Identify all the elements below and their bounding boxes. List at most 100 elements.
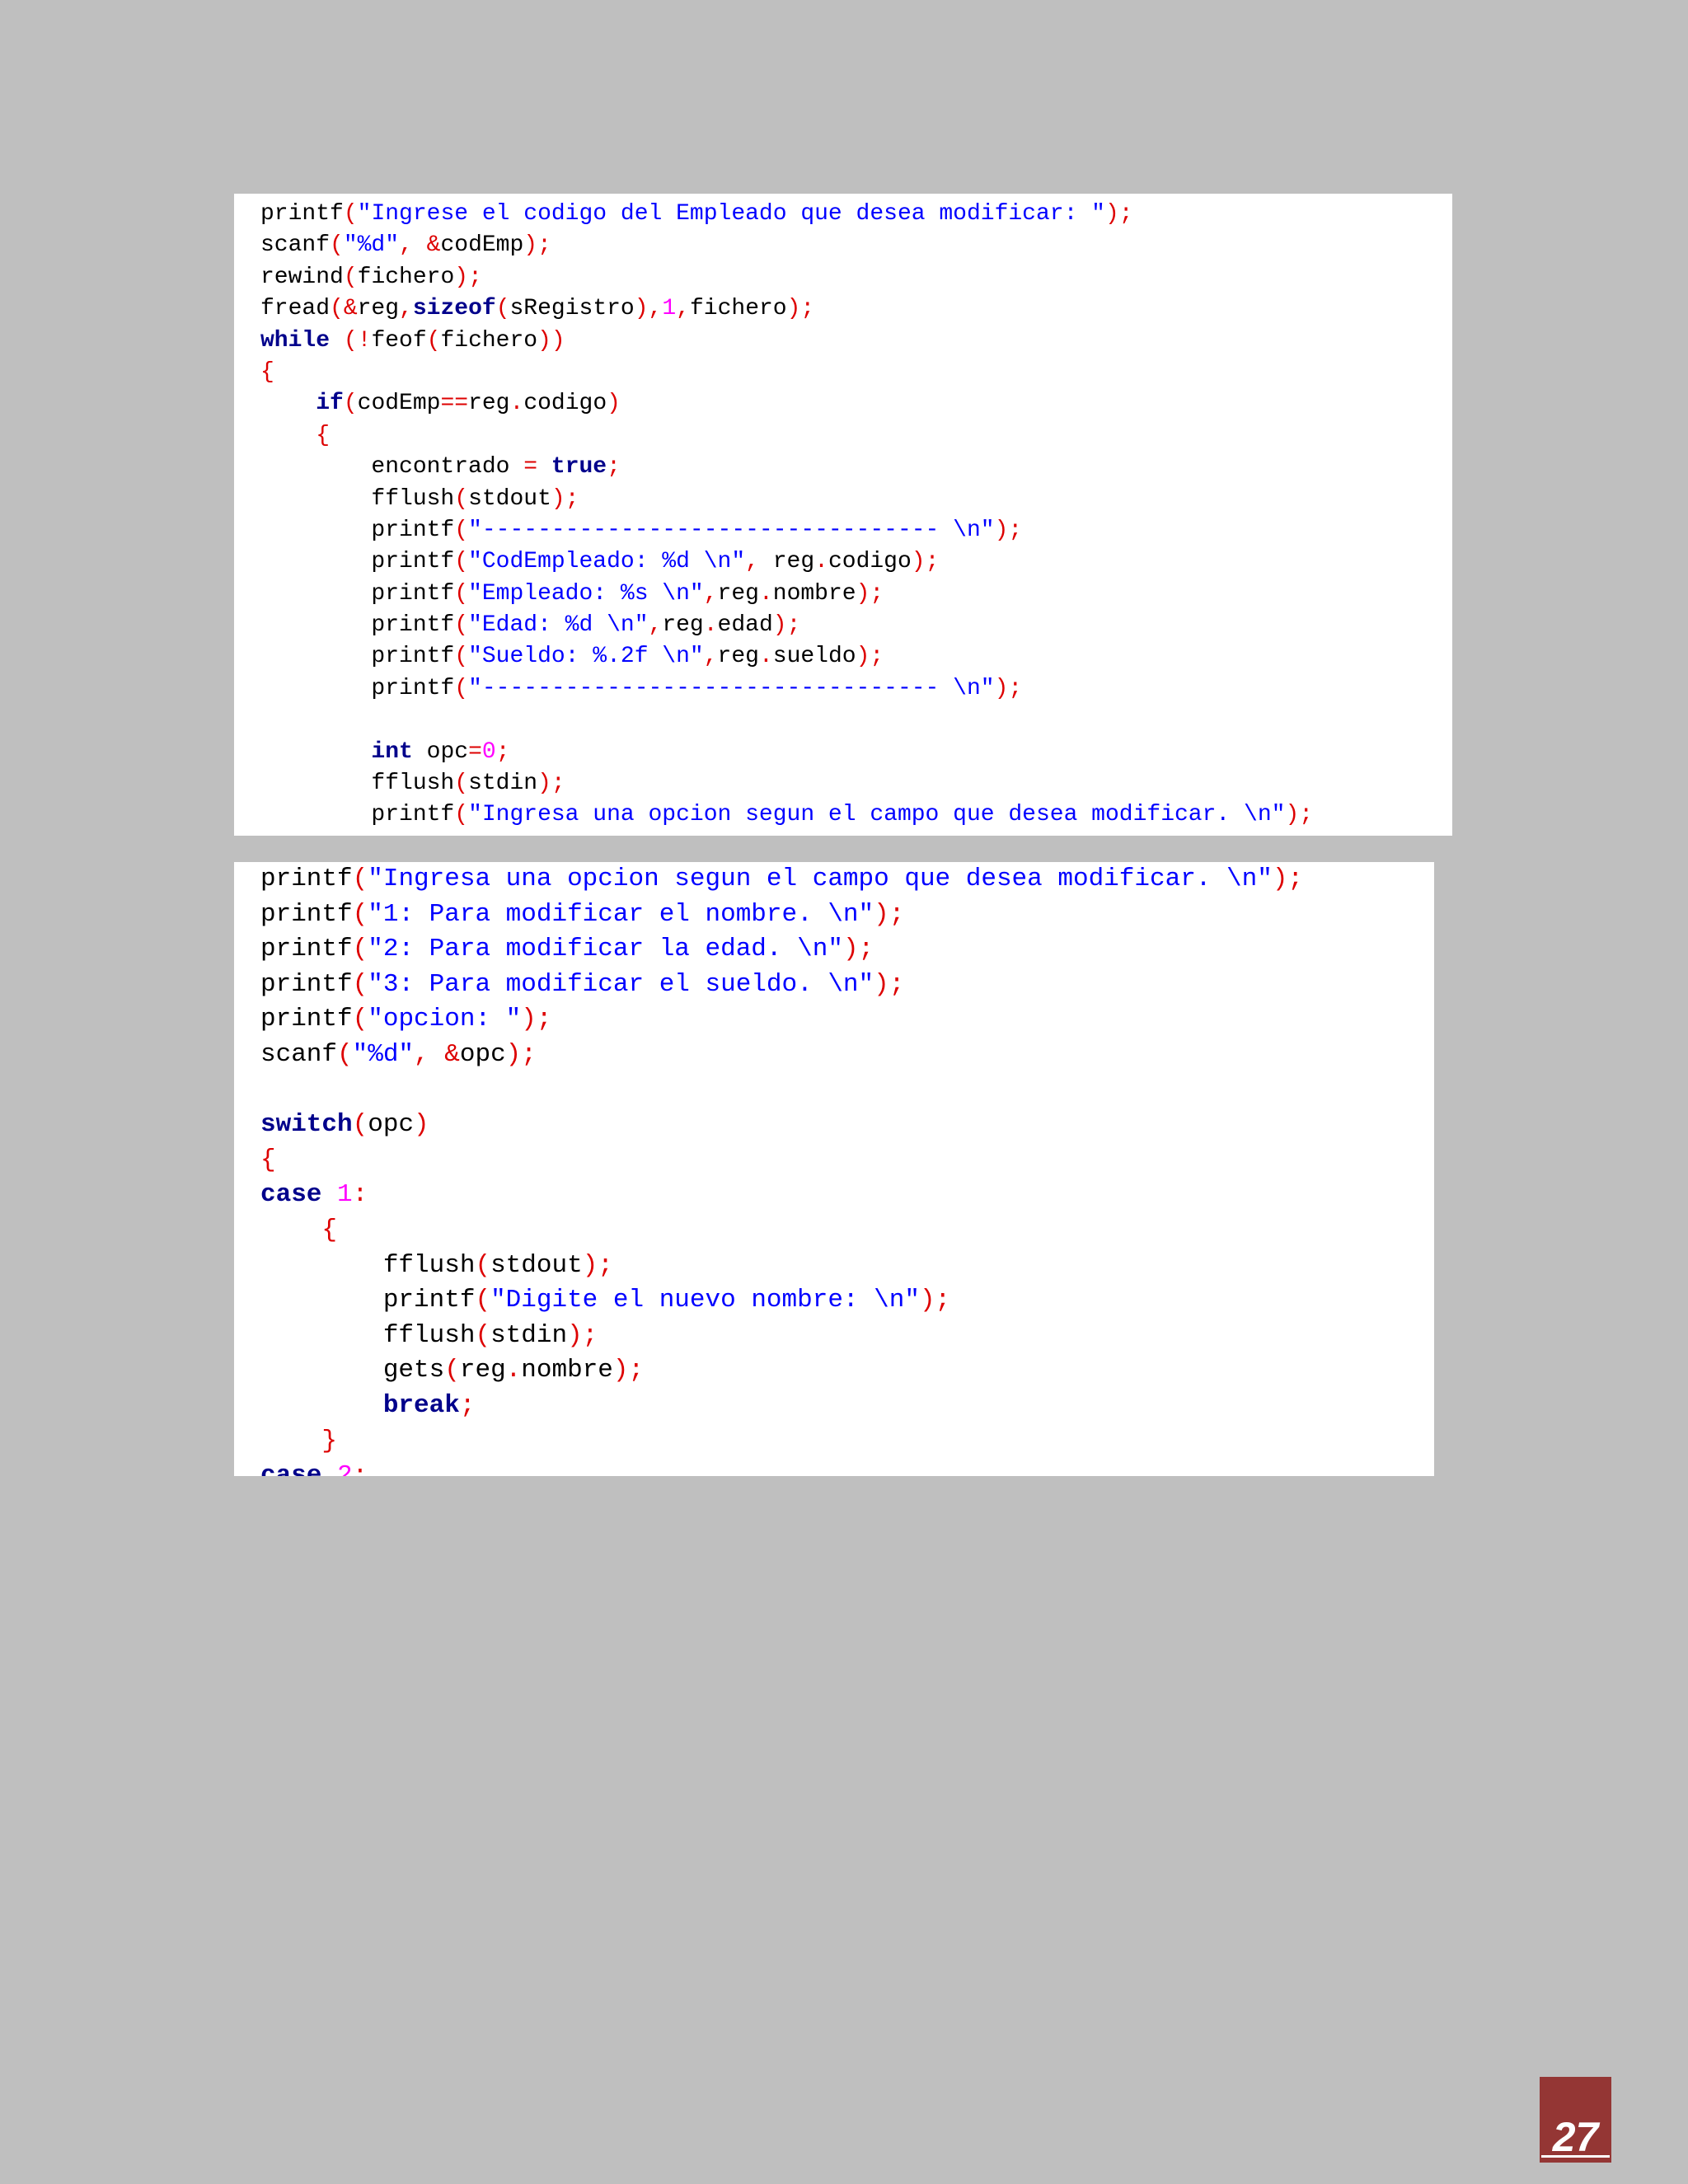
code-line: while (!feof(fichero)) [260, 326, 1452, 357]
code-line: switch(opc) [260, 1108, 1434, 1143]
code-token: ; [459, 1390, 476, 1420]
code-token: , [745, 549, 759, 575]
code-token: int [371, 738, 413, 765]
code-token: opc [412, 738, 469, 765]
code-token: stdin [468, 771, 538, 797]
code-token: while [260, 327, 331, 354]
code-token: "Ingresa una opcion segun el campo que d… [468, 802, 1286, 828]
code-line: case 2: [260, 1459, 1434, 1476]
code-token: "1: Para modificar el nombre. \n" [368, 899, 874, 929]
code-token: ( [454, 612, 469, 639]
code-token: ( [454, 580, 469, 607]
code-token: feof [371, 327, 427, 354]
code-token: case [260, 1461, 322, 1476]
code-token: ( [352, 865, 368, 893]
code-token: . [758, 644, 773, 670]
code-token: printf [260, 802, 455, 828]
code-token: printf [260, 612, 455, 639]
code-token: opc [368, 1110, 415, 1140]
code-token: ); [874, 899, 905, 929]
code-token: , [676, 296, 690, 322]
code-token: "CodEmpleado: %d \n" [468, 549, 746, 575]
code-token: ( [444, 1356, 460, 1385]
code-line: scanf("%d", &codEmp); [260, 230, 1452, 261]
code-token: ( [352, 935, 368, 964]
code-token: (& [330, 296, 358, 322]
code-token: ); [567, 1320, 598, 1350]
code-token: : [352, 1180, 368, 1210]
code-token: reg [357, 296, 400, 322]
code-token: 0 [481, 738, 496, 765]
code-token: "2: Para modificar la edad. \n" [368, 935, 843, 964]
code-token: , [648, 296, 663, 322]
code-token: scanf [260, 232, 331, 259]
code-token: (! [343, 327, 372, 354]
code-token: ); [994, 675, 1023, 701]
code-line: int opc=0; [260, 737, 1452, 768]
code-token: nombre [521, 1356, 613, 1385]
code-token: ); [537, 771, 565, 797]
code-token: , [399, 296, 413, 322]
code-token: fflush [260, 1250, 476, 1280]
code-token: ); [856, 580, 884, 607]
code-token: "Ingresa una opcion segun el campo que d… [368, 865, 1273, 893]
code-token: codigo [523, 391, 607, 417]
code-token: 2 [337, 1461, 353, 1476]
code-token: 1 [337, 1180, 353, 1210]
code-token: fichero [689, 296, 787, 322]
code-token: ( [426, 327, 441, 354]
code-token: ( [343, 201, 358, 227]
code-line: printf("Ingrese el codigo del Empleado q… [260, 199, 1452, 230]
code-token: fflush [260, 485, 455, 512]
code-token: ); [1105, 201, 1133, 227]
code-token: ( [454, 517, 469, 543]
code-screenshot-top: printf("Ingrese el codigo del Empleado q… [234, 194, 1452, 836]
code-token: case [260, 1180, 322, 1210]
code-token: ); [856, 644, 884, 670]
code-token: printf [260, 517, 455, 543]
code-line: } [260, 1424, 1434, 1460]
code-token: ( [454, 485, 469, 512]
code-token: ( [343, 264, 358, 290]
code-token: "%d" [352, 1039, 415, 1069]
code-token: "Sueldo: %.2f \n" [468, 644, 704, 670]
code-line: printf("Edad: %d \n",reg.edad); [260, 610, 1452, 641]
code-token: , & [399, 232, 441, 259]
code-line: scanf("%d", &opc); [260, 1038, 1434, 1073]
code-token: printf [260, 580, 455, 607]
code-token: ( [475, 1286, 491, 1315]
code-token: printf [260, 1005, 353, 1034]
code-token: ); [874, 969, 905, 999]
code-token: , [703, 580, 718, 607]
code-screenshot-bottom: printf("Ingresa una opcion segun el camp… [234, 862, 1434, 1476]
code-line: printf("1: Para modificar el nombre. \n"… [260, 898, 1434, 933]
code-line: printf("--------------------------------… [260, 673, 1452, 705]
code-token: : [352, 1461, 368, 1476]
page-number: 27 [1552, 2114, 1599, 2160]
code-line: printf("opcion: "); [260, 1002, 1434, 1038]
code-token: , [648, 612, 663, 639]
code-token: )) [537, 327, 565, 354]
code-token: , & [414, 1039, 460, 1069]
code-token: { [260, 359, 274, 385]
code-token: == [440, 391, 469, 417]
code-token: , [703, 644, 718, 670]
code-token: ); [772, 612, 801, 639]
code-token: opc [459, 1039, 506, 1069]
code-line: if(codEmp==reg.codigo) [260, 388, 1452, 419]
code-token: ( [495, 296, 510, 322]
code-token: } [321, 1426, 338, 1455]
code-token: ) [634, 296, 649, 322]
code-token: 1 [662, 296, 677, 322]
code-token: "--------------------------------- \n" [468, 675, 995, 701]
code-token: ; [607, 454, 621, 480]
code-token: reg [717, 644, 759, 670]
code-token: printf [260, 935, 353, 964]
code-token: { [321, 1215, 338, 1244]
code-token: ); [911, 549, 940, 575]
code-token: reg [717, 580, 759, 607]
code-line: printf("Digite el nuevo nombre: \n"); [260, 1283, 1434, 1319]
